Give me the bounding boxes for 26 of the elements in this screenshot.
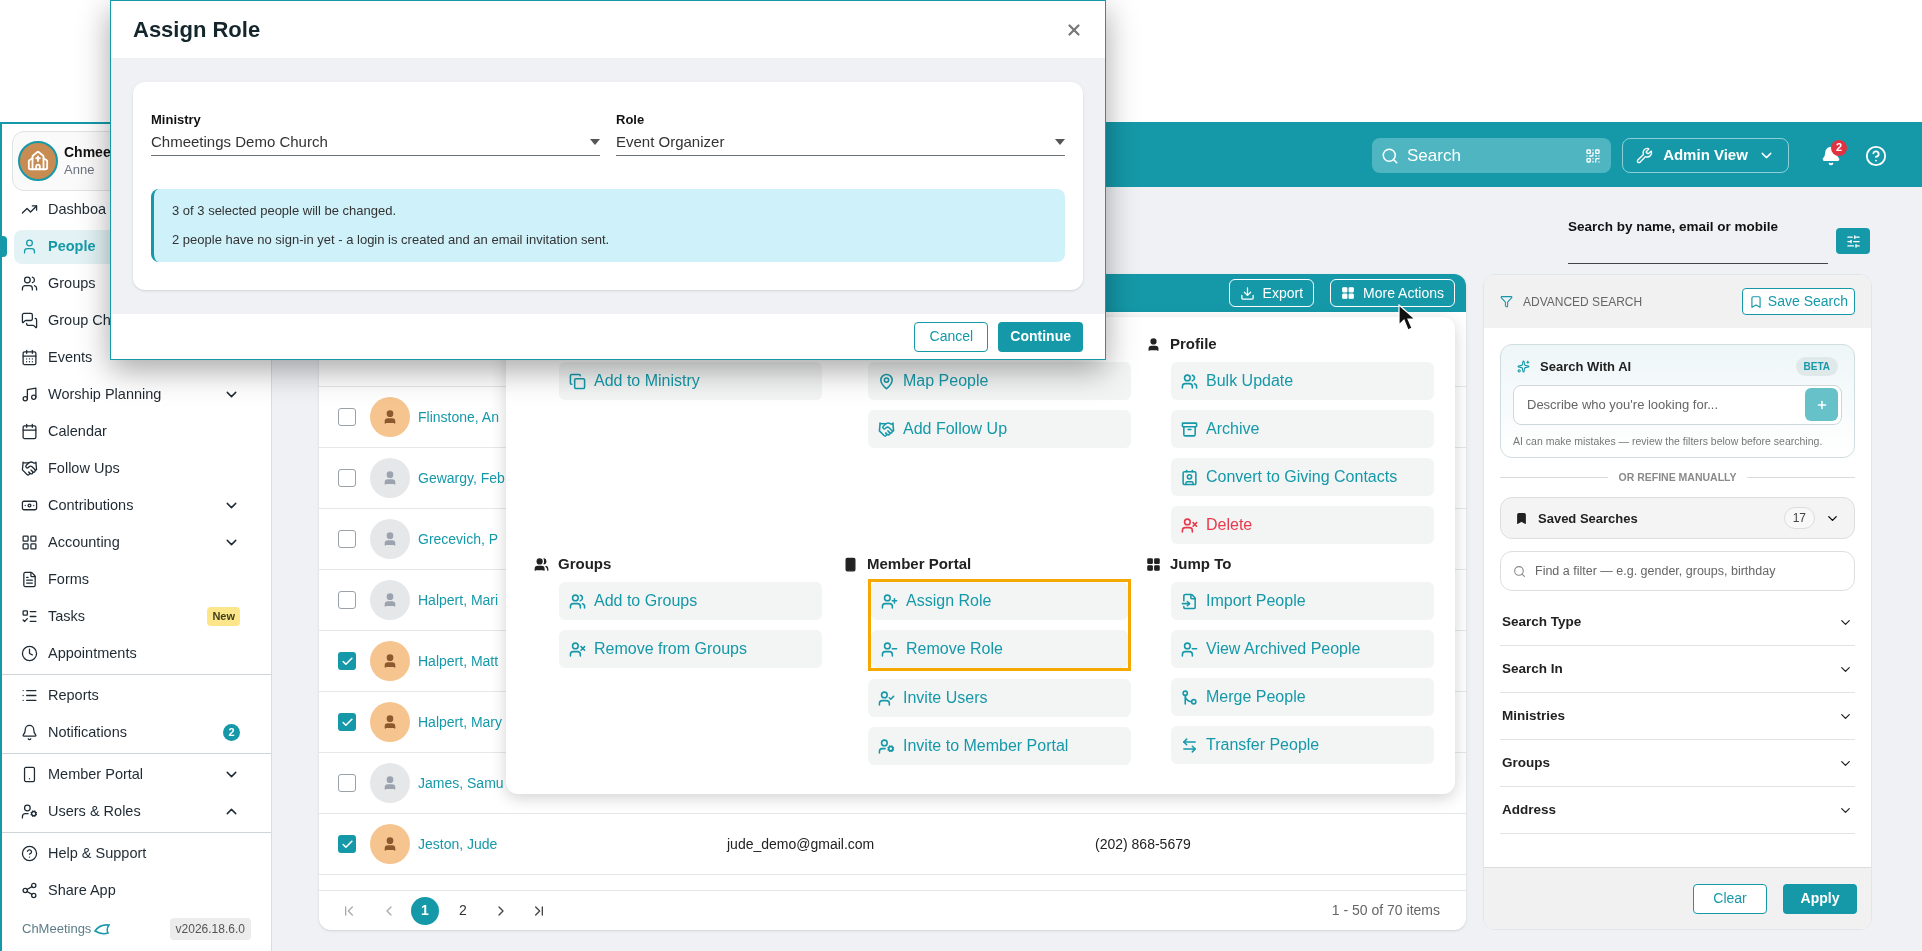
info-text: 3 of 3 selected people will be changed. xyxy=(172,201,398,220)
menu-section-title: Profile xyxy=(1170,333,1217,354)
phone-cell-text: (202) 868-5679 xyxy=(1095,834,1191,854)
notification-badge: 2 xyxy=(1831,139,1847,156)
info-text: 2 people have no sign-in yet - a login is created and an email invitation sent. xyxy=(172,231,611,249)
ai-search-title: Search With AI xyxy=(1540,358,1633,376)
menu-section-title: Member Portal xyxy=(867,553,972,574)
account-name: Chmee xyxy=(64,144,111,162)
menu-section-title: Groups xyxy=(558,553,612,574)
new-badge: New xyxy=(207,607,240,626)
panel-title: ADVANCED SEARCH xyxy=(1523,293,1643,311)
email-cell-text: jude_demo@gmail.com xyxy=(727,834,876,854)
saved-count-badge: 17 xyxy=(1783,507,1815,530)
count-badge: 2 xyxy=(223,724,240,741)
ai-disclaimer: AI can make mistakes — review the filters below before searching. xyxy=(1513,433,1824,449)
account-user: Anne xyxy=(64,161,96,178)
beta-badge: BETA xyxy=(1795,357,1838,377)
menu-section-title: Jump To xyxy=(1170,553,1232,574)
field-label: Ministry xyxy=(151,111,202,129)
pagination-summary: 1 - 50 of 70 items xyxy=(1331,901,1440,920)
version-label: v2026.18.6.0 xyxy=(169,918,251,940)
field-label: Role xyxy=(616,111,646,129)
dialog-title: Assign Role xyxy=(133,16,261,44)
search-label: Search by name, email or mobile xyxy=(1568,219,1779,234)
brand-name: ChMeetings xyxy=(22,920,92,939)
divider-label: OR REFINE MANUALLY xyxy=(1618,469,1737,485)
